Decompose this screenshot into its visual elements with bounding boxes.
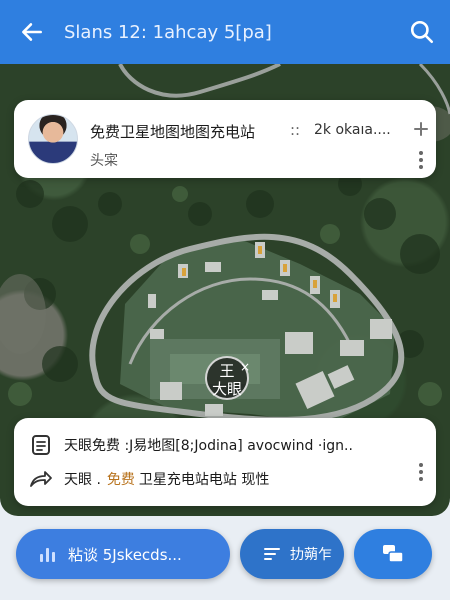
share-arrow-icon <box>28 466 54 492</box>
card-meta: 2k okaıa.... <box>314 122 391 138</box>
layers-icon <box>383 545 404 563</box>
layers-button[interactable] <box>354 529 432 579</box>
more-options-icon[interactable] <box>416 462 426 482</box>
marker-label-bottom: 大眼 <box>211 380 242 398</box>
back-arrow-icon <box>22 23 42 41</box>
page-title: Slans 12: 1ahcay 5[pa] <box>64 21 272 43</box>
pin-icon[interactable] <box>412 120 430 138</box>
bottom-action-bar: 粘谈 5Jskecds... 扐蒴乍 <box>0 520 450 600</box>
list-filter-icon <box>264 548 280 560</box>
search-button[interactable] <box>394 0 450 64</box>
details-card[interactable]: 天眼免费 :J易地图[8;Jodina] avocwind ·ign.. 天眼 … <box>14 418 436 506</box>
card-subtitle: 头寀 <box>90 153 118 169</box>
card-title: 免费卫星地图地图充电站 <box>90 123 256 141</box>
search-icon <box>410 20 434 44</box>
app-bar: Slans 12: 1ahcay 5[pa] <box>0 0 450 64</box>
details-line-2-rest: 卫星充电站电站 现性 <box>138 472 270 488</box>
more-options-icon[interactable] <box>416 150 426 170</box>
details-line-1: 天眼免费 :J易地图[8;Jodina] avocwind ·ign.. <box>64 438 353 454</box>
search-pill-button[interactable]: 粘谈 5Jskecds... <box>16 529 230 579</box>
document-icon <box>28 432 54 458</box>
card-separator: :: <box>290 121 301 139</box>
filter-pill-label: 扐蒴乍 <box>290 547 332 563</box>
bar-chart-icon <box>40 548 55 562</box>
filter-pill-button[interactable]: 扐蒴乍 <box>240 529 344 579</box>
details-line-2-highlight: 免费 <box>106 472 135 488</box>
location-info-card[interactable]: 免费卫星地图地图充电站 :: 2k okaıa.... 头寀 <box>14 100 436 178</box>
details-line-2-prefix: 天眼 . <box>64 472 101 488</box>
avatar <box>28 114 78 164</box>
marker-close-icon[interactable]: × <box>240 360 250 374</box>
back-button[interactable] <box>0 0 64 64</box>
details-row-route[interactable]: 天眼 . 免费 卫星充电站电站 现性 <box>28 466 408 492</box>
search-pill-label: 粘谈 5Jskecds... <box>68 545 182 564</box>
details-row-info: 天眼免费 :J易地图[8;Jodina] avocwind ·ign.. <box>28 432 408 458</box>
